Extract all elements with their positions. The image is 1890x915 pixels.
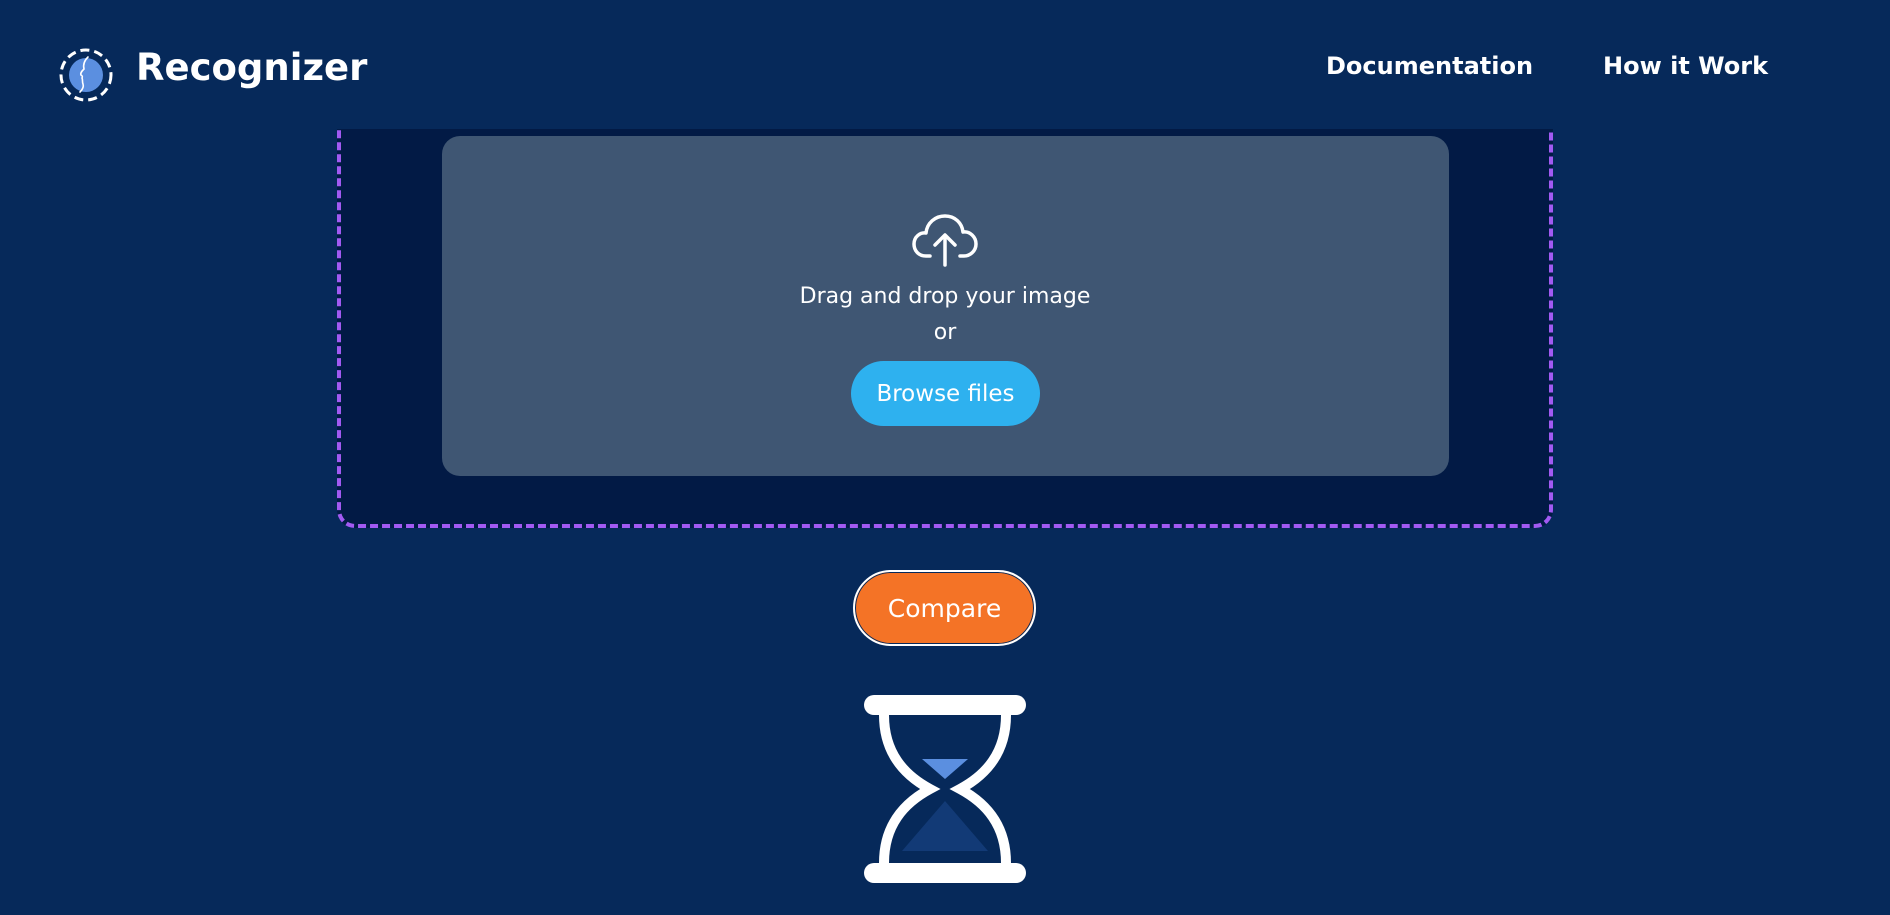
- page: Drag and drop your image or Browse files…: [0, 0, 1890, 915]
- face-logo-icon: [59, 48, 113, 102]
- cloud-upload-icon: [912, 214, 978, 267]
- nav-how-it-work[interactable]: How it Work: [1603, 52, 1768, 80]
- nav-documentation[interactable]: Documentation: [1326, 52, 1533, 80]
- brand-name[interactable]: Recognizer: [136, 46, 367, 89]
- browse-files-button[interactable]: Browse files: [851, 361, 1040, 426]
- hourglass-icon: [864, 695, 1026, 883]
- or-text: or: [933, 320, 957, 345]
- drag-drop-text: Drag and drop your image: [799, 284, 1091, 309]
- header: Recognizer Documentation How it Work: [0, 0, 1890, 129]
- compare-button[interactable]: Compare: [853, 570, 1036, 646]
